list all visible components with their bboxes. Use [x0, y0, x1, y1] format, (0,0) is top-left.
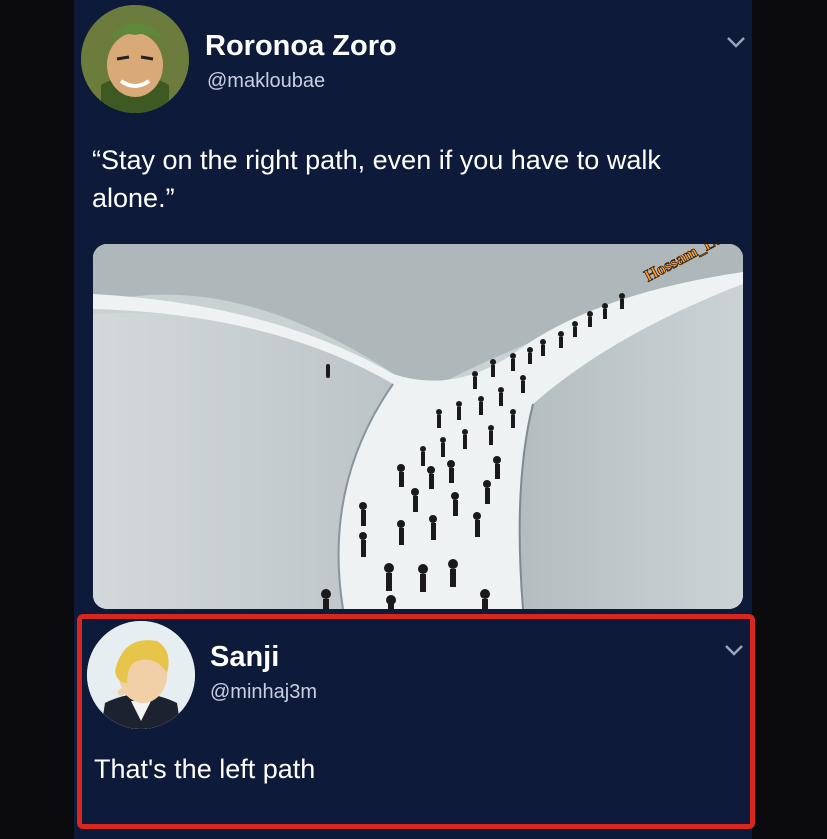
author-name[interactable]: Roronoa Zoro [205, 30, 397, 63]
tweet-image[interactable]: Hossam_Luffy [93, 244, 743, 609]
zoro-avatar-icon[interactable] [81, 5, 189, 113]
tweet-text: “Stay on the right path, even if you hav… [92, 145, 661, 213]
reply-author-handle[interactable]: @minhaj3m [210, 681, 317, 704]
author-handle[interactable]: @makloubae [207, 70, 325, 93]
chevron-down-icon[interactable] [722, 32, 750, 52]
reply-author-name[interactable]: Sanji [210, 641, 279, 674]
reply-text: That's the left path [94, 754, 316, 784]
chevron-down-icon[interactable] [720, 640, 748, 660]
sanji-avatar-icon[interactable] [87, 621, 195, 729]
